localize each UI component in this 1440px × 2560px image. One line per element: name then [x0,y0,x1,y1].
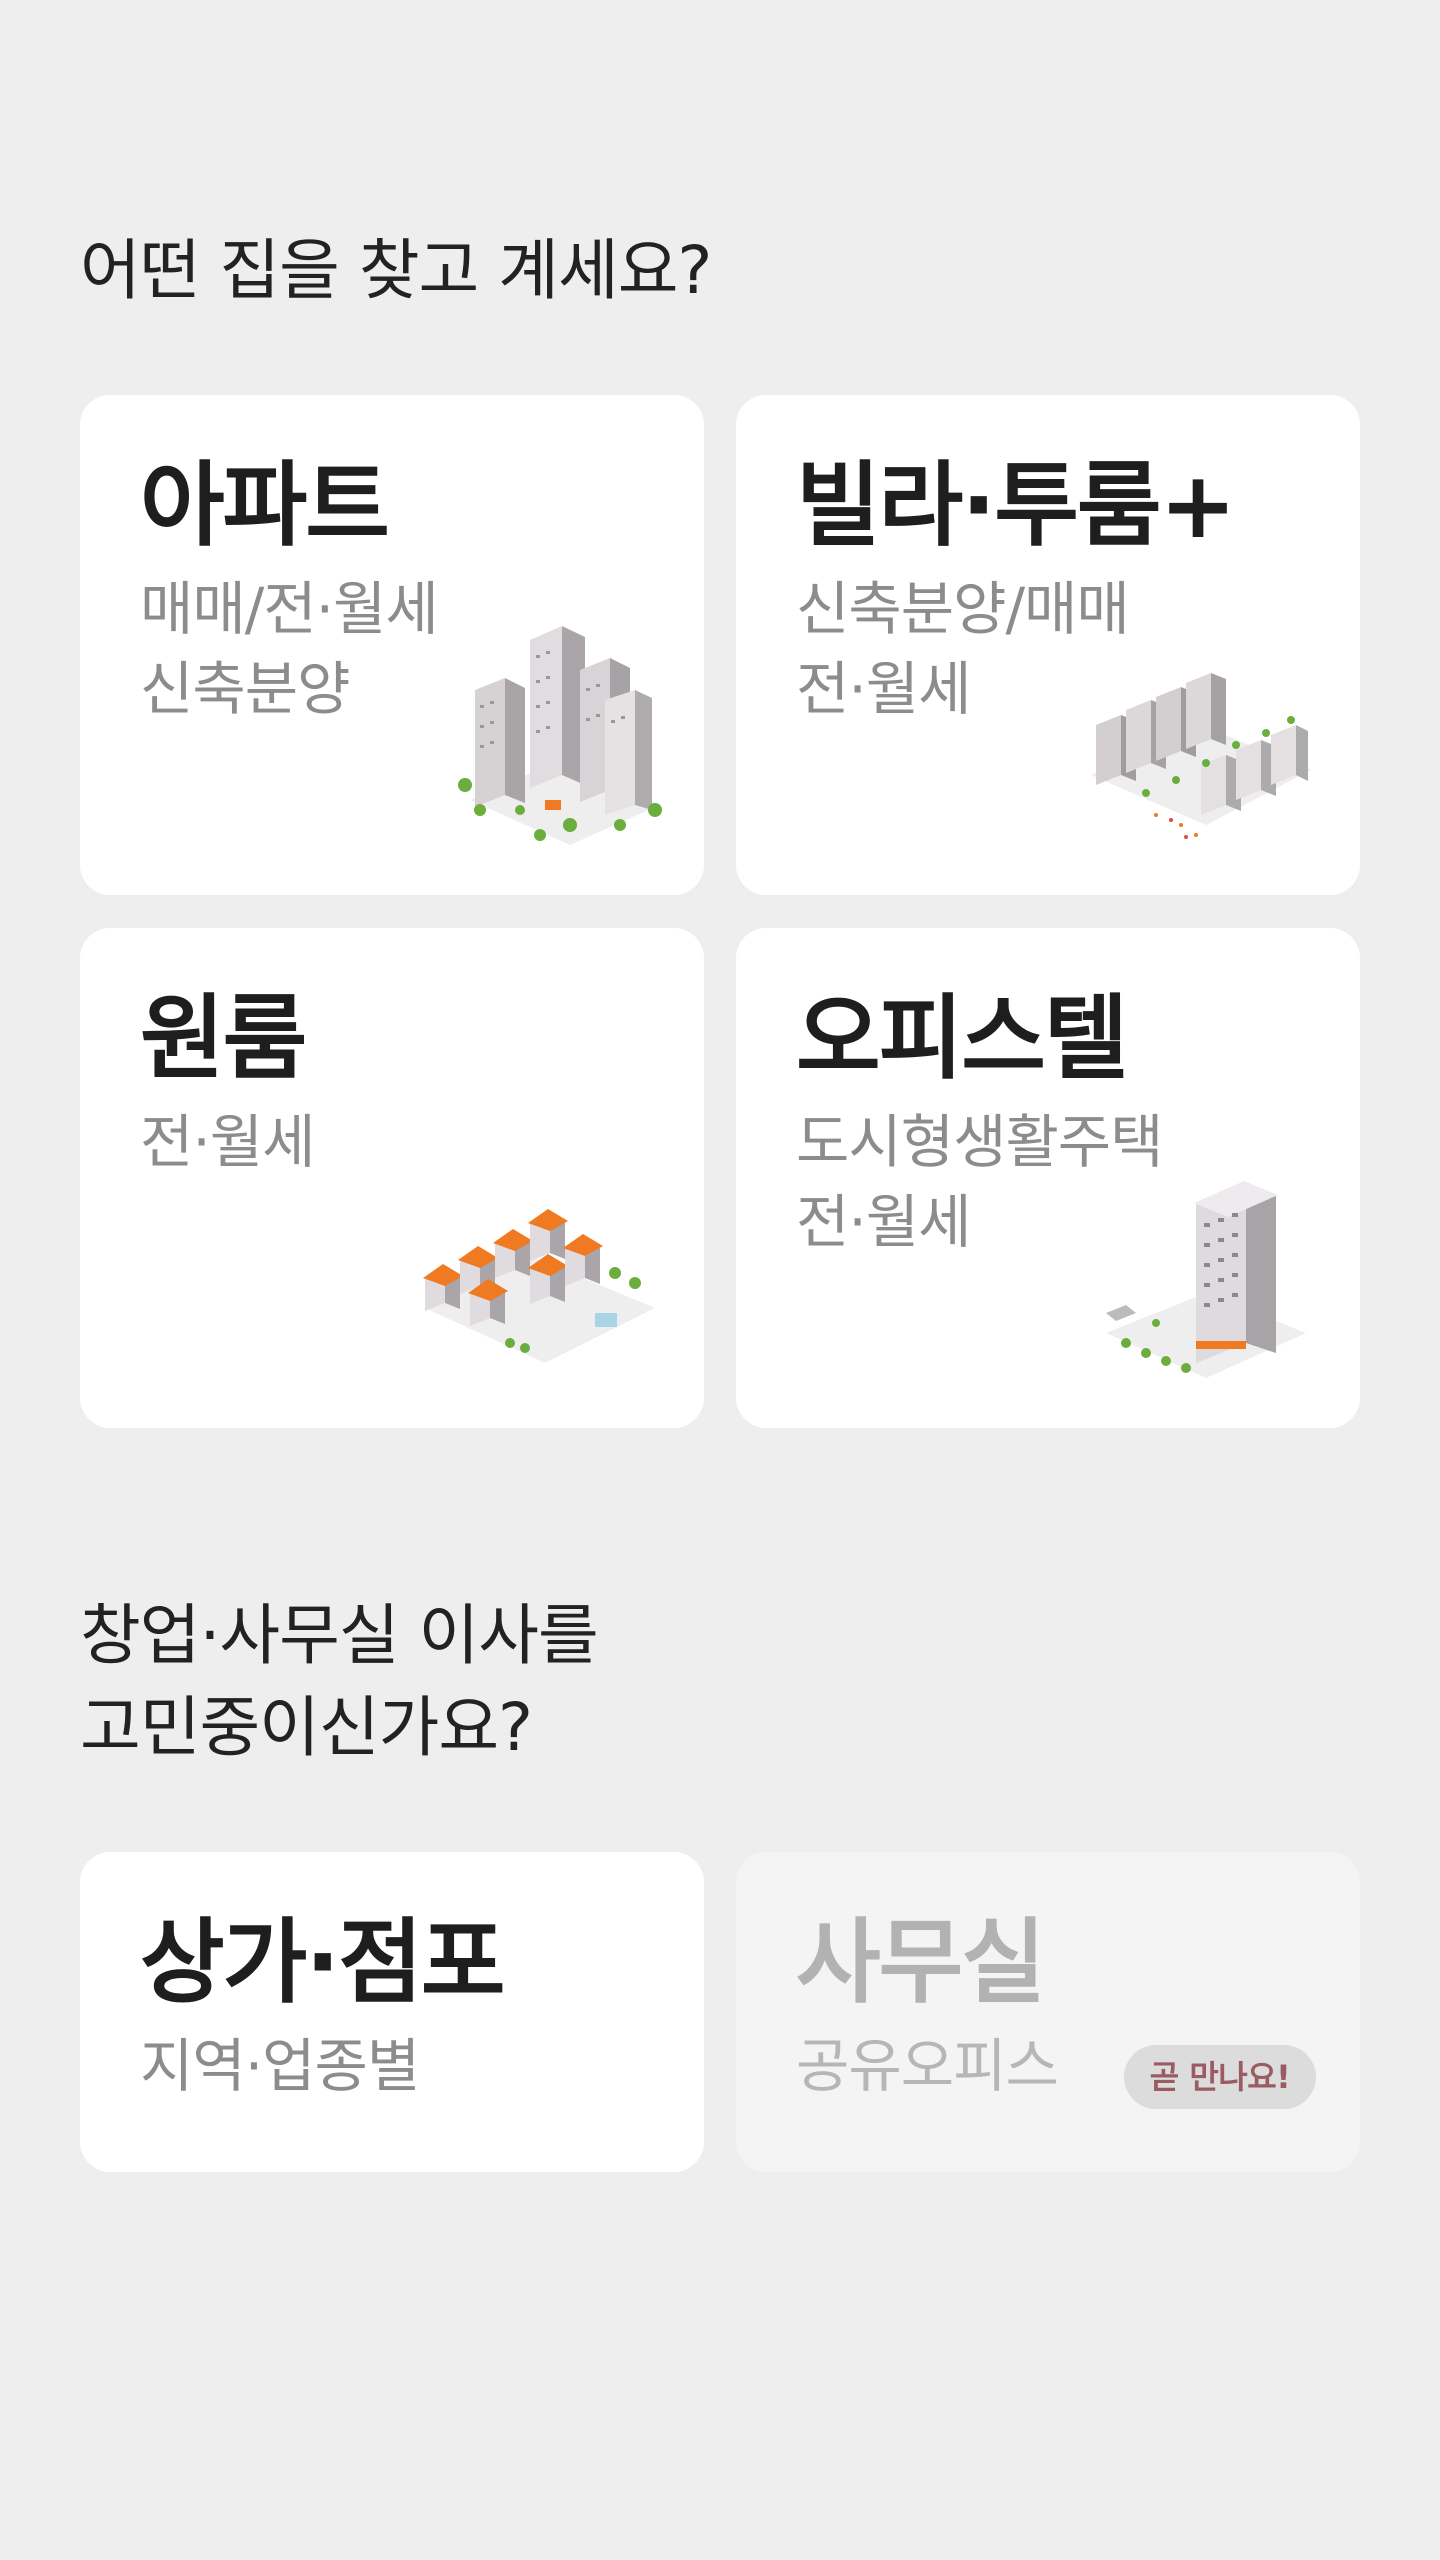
business-section-title: 창업·사무실 이사를 고민중이신가요? [80,1590,599,1774]
card-store[interactable]: 상가·점포 지역·업종별 [80,1852,704,2172]
apartment-complex-illustration [458,626,662,845]
card-villa[interactable]: 빌라·투룸+ 신축분양/매매 전·월세 [736,395,1360,895]
card-subtitle: 지역·업종별 [140,2032,420,2100]
card-title: 상가·점포 [140,1909,506,2016]
coming-soon-badge: 곧 만나요! [1124,2045,1316,2109]
card-title: 아파트 [140,452,390,559]
business-title-line2: 고민중이신가요? [80,1689,533,1766]
card-title: 오피스텔 [796,985,1129,1092]
card-title: 빌라·투룸+ [796,452,1237,559]
oneroom-houses-illustration [423,1209,655,1363]
card-title: 원룸 [140,985,307,1092]
home-section-title: 어떤 집을 찾고 계세요? [80,232,712,309]
villa-complex-illustration [1091,673,1311,839]
card-subtitle: 전·월세 [140,1108,316,1176]
officetel-tower-illustration [1106,1181,1306,1378]
card-oneroom[interactable]: 원룸 전·월세 [80,928,704,1428]
business-title-line1: 창업·사무실 이사를 [80,1597,599,1674]
card-office: 사무실 공유오피스 곧 만나요! [736,1852,1360,2172]
card-officetel[interactable]: 오피스텔 도시형생활주택 전·월세 [736,928,1360,1428]
card-apartment[interactable]: 아파트 매매/전·월세 신축분양 [80,395,704,895]
card-subtitle: 신축분양/매매 [796,575,1130,643]
card-title: 사무실 [796,1909,1046,2016]
